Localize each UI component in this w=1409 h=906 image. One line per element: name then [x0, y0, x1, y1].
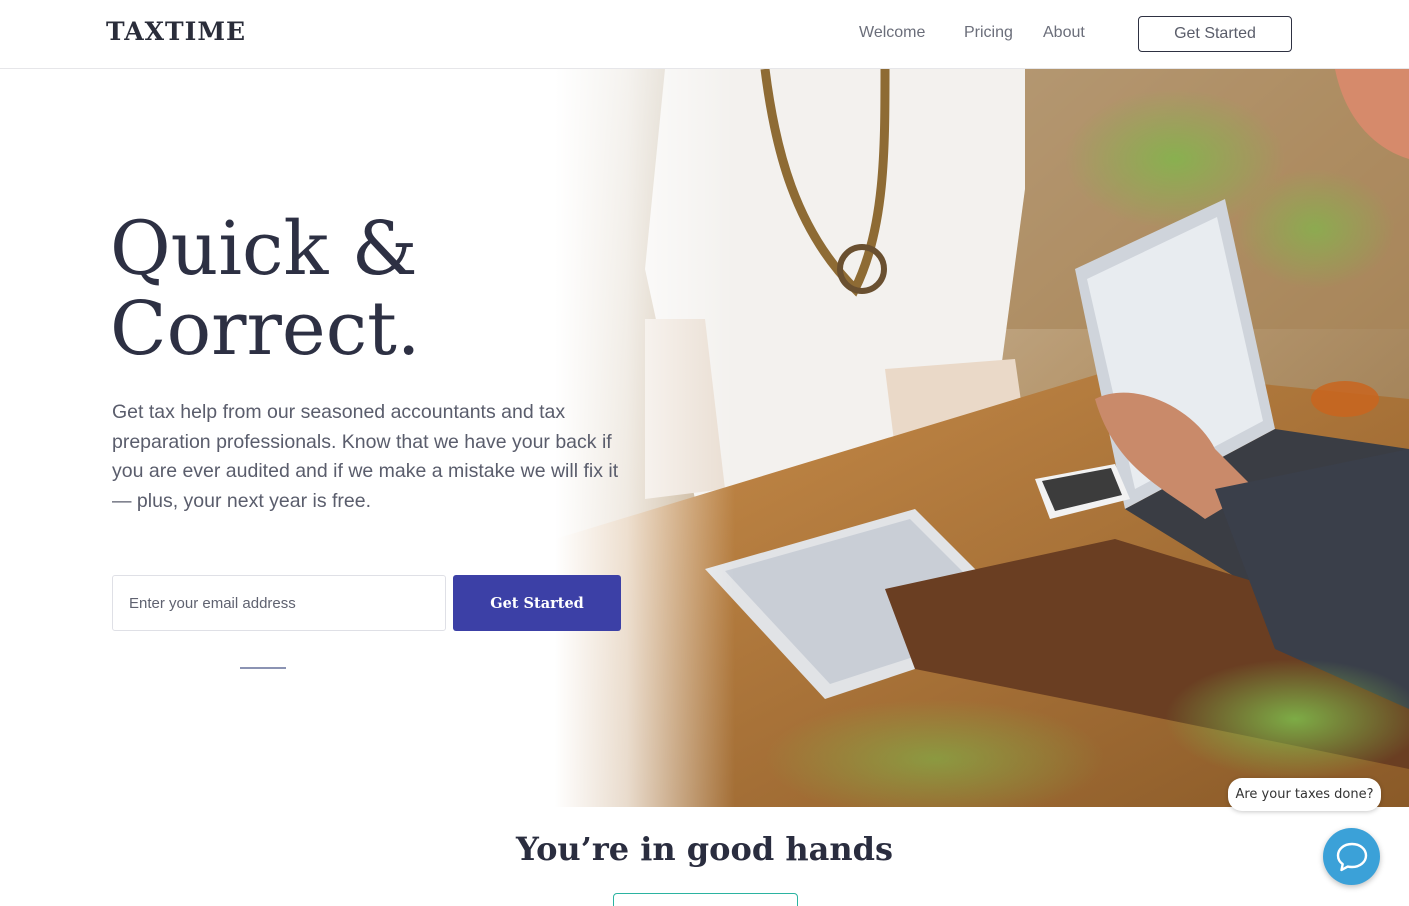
chat-launcher-button[interactable]: [1323, 828, 1380, 885]
nav-pricing[interactable]: Pricing: [964, 24, 1013, 42]
hero-get-started-button[interactable]: Get Started: [453, 575, 621, 631]
nav-welcome[interactable]: Welcome: [859, 24, 925, 42]
hero-section: Quick & Correct. Get tax help from our s…: [0, 69, 1409, 807]
hero-title: Quick & Correct.: [110, 209, 570, 369]
site-header: TAXTIME Welcome Pricing About Get Starte…: [0, 0, 1409, 69]
hero-divider: [240, 667, 286, 669]
nav-about[interactable]: About: [1043, 24, 1085, 42]
section-button-partial[interactable]: [613, 893, 798, 906]
header-get-started-button[interactable]: Get Started: [1138, 16, 1292, 52]
email-input[interactable]: [112, 575, 446, 631]
hero-title-line-2: Correct.: [110, 286, 421, 372]
section-title: You’re in good hands: [516, 830, 893, 868]
chat-prompt-bubble[interactable]: Are your taxes done?: [1228, 778, 1381, 811]
hero-title-line-1: Quick &: [110, 206, 418, 292]
logo[interactable]: TAXTIME: [106, 17, 246, 46]
chat-icon: [1336, 842, 1367, 871]
hero-description: Get tax help from our seasoned accountan…: [112, 401, 619, 512]
